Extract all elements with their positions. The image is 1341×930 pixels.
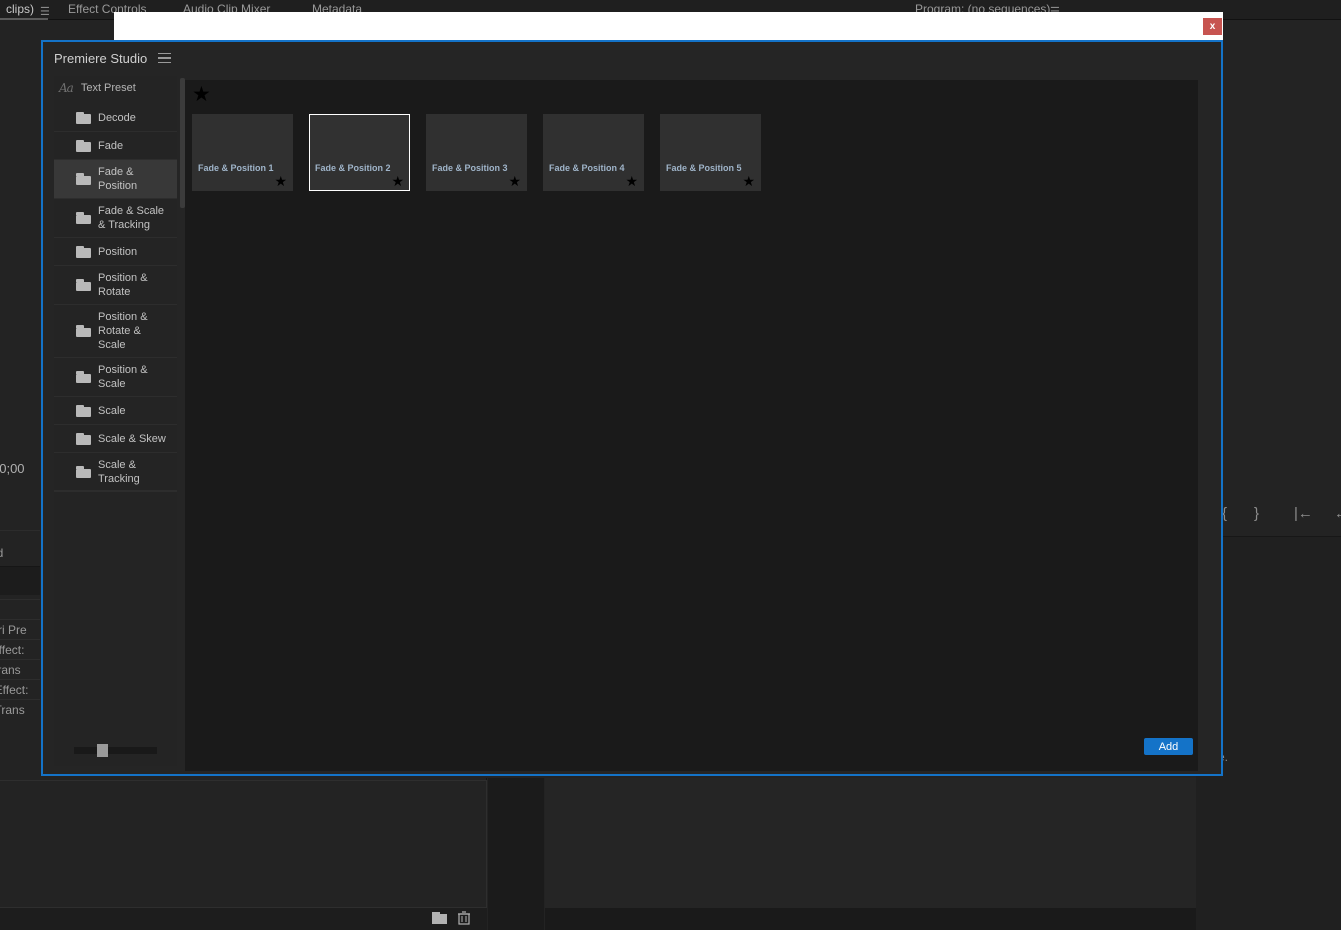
preset-card-label: Fade & Position 4 [549,163,625,173]
folder-icon [76,173,91,185]
sidebar-item-fade[interactable]: Fade [54,132,177,160]
preset-card-label: Fade & Position 2 [315,163,391,173]
bg-tab-source[interactable]: clips) [6,2,34,16]
premiere-studio-dialog: Premiere Studio Aa Text Preset Decode Fa… [41,40,1223,776]
folder-icon [76,279,91,291]
sidebar-header: Aa Text Preset [54,76,177,100]
slider-thumb[interactable] [97,744,108,757]
bg-bin-item-2[interactable]: io Effect: [0,643,24,657]
bg-bin-item-3[interactable]: io Trans [0,663,21,677]
preset-card-label: Fade & Position 5 [666,163,742,173]
screen-root: clips) ☰ Effect Controls Audio Clip Mixe… [0,0,1341,930]
sidebar-item-position-scale[interactable]: Position & Scale [54,358,177,397]
bg-bin-item-1[interactable]: metri Pre [0,623,27,637]
bg-timecode: 00;00 [0,461,25,476]
preset-category-sidebar: Aa Text Preset Decode Fade Fade & Positi… [54,76,177,766]
delete-icon[interactable] [457,911,473,925]
star-icon[interactable]: ★ [391,174,404,188]
bg-bin-line-1 [0,619,40,620]
bg-divider-1 [0,530,40,531]
sidebar-item-label: Scale & Skew [98,432,166,445]
bg-tool-panel [488,778,544,930]
sidebar-header-label: Text Preset [80,82,136,94]
bg-trim-toolbar: { } |← ← [1222,505,1341,531]
folder-icon [76,212,91,224]
thumbnail-size-slider[interactable] [74,742,197,758]
star-icon[interactable]: ★ [742,174,755,188]
preset-card-4[interactable]: Fade & Position 4 ★ [543,114,644,191]
bg-panel-menu-icon[interactable]: ☰ [40,5,50,18]
preset-card-1[interactable]: Fade & Position 1 ★ [192,114,293,191]
bg-project-list-area [0,780,487,908]
bg-project-toolbar [0,908,487,930]
window-overlay-strip [114,12,1223,40]
sidebar-end-divider [54,490,177,491]
sidebar-item-label: Scale & Tracking [98,459,140,485]
slider-track [74,747,157,754]
bg-tab-underline [0,18,48,20]
bg-bin-item-5[interactable]: eo Trans [0,703,25,717]
folder-icon [76,245,91,258]
preset-card-2[interactable]: Fade & Position 2 ★ [309,114,410,191]
bg-timeline-footer [545,908,1196,930]
folder-icon [76,325,91,337]
new-bin-icon[interactable] [432,911,448,925]
trim-out-icon[interactable]: } [1254,505,1259,522]
bg-bin-item-4[interactable]: eo Effect: [0,683,28,697]
sidebar-item-label: Scale [98,404,126,417]
text-preset-icon: Aa [59,81,74,95]
hamburger-menu-icon[interactable] [158,52,172,64]
preset-card-label: Fade & Position 1 [198,163,274,173]
preset-card-3[interactable]: Fade & Position 3 ★ [426,114,527,191]
folder-icon [76,466,91,478]
bg-bin-line-4 [0,679,40,680]
folder-icon [76,111,91,124]
sidebar-item-scale[interactable]: Scale [54,397,177,425]
bg-bin-line-5 [0,699,40,700]
folder-icon [76,432,91,445]
add-button[interactable]: Add [1144,738,1193,755]
sidebar-item-label: Position & Rotate & Scale [98,311,148,351]
preset-card-label: Fade & Position 3 [432,163,508,173]
folder-icon [76,404,91,417]
sidebar-item-label: Position & Rotate [98,272,148,298]
sidebar-item-position-rotate[interactable]: Position & Rotate [54,266,177,305]
preset-content-area: ★ Fade & Position 1 ★ Fade & Position 2 … [185,80,1198,771]
bg-project-tab-title[interactable]: titled [0,546,3,560]
sidebar-item-fade-position[interactable]: Fade & Position [54,160,177,199]
sidebar-item-position[interactable]: Position [54,238,177,266]
sidebar-item-label: Fade [98,139,124,152]
close-icon[interactable]: x [1203,18,1222,35]
preset-card-5[interactable]: Fade & Position 5 ★ [660,114,761,191]
dialog-title: Premiere Studio [54,50,148,66]
bg-bin-line-2 [0,639,40,640]
folder-icon [76,139,91,152]
sidebar-item-position-rotate-scale[interactable]: Position & Rotate & Scale [54,305,177,358]
step-back-icon[interactable]: |← [1294,505,1313,522]
sidebar-item-label: Fade & Position [98,166,138,192]
sidebar-item-fade-scale-tracking[interactable]: Fade & Scale & Tracking [54,199,177,238]
star-icon[interactable]: ★ [192,84,211,105]
bg-bin-line-0 [0,599,40,600]
folder-icon [76,371,91,383]
bg-bin-line-3 [0,659,40,660]
star-icon[interactable]: ★ [508,174,521,188]
dialog-titlebar: Premiere Studio [43,42,1221,74]
star-icon[interactable]: ★ [274,174,287,188]
sidebar-item-label: Fade & Scale & Tracking [98,205,165,231]
bg-search-row [0,567,40,595]
sidebar-item-scale-tracking[interactable]: Scale & Tracking [54,453,177,492]
preset-grid: Fade & Position 1 ★ Fade & Position 2 ★ … [192,114,761,191]
bg-source-monitor-panel: 00;00 [0,21,40,521]
sidebar-item-label: Decode [98,111,136,124]
star-icon[interactable]: ★ [625,174,638,188]
sidebar-item-scale-skew[interactable]: Scale & Skew [54,425,177,453]
sidebar-item-label: Position [98,245,138,258]
category-tree: Decode Fade Fade & Position Fade & Scale… [54,104,177,492]
step-fwd-icon[interactable]: ← [1334,505,1341,522]
sidebar-item-decode[interactable]: Decode [54,104,177,132]
sidebar-item-label: Position & Scale [98,364,148,390]
